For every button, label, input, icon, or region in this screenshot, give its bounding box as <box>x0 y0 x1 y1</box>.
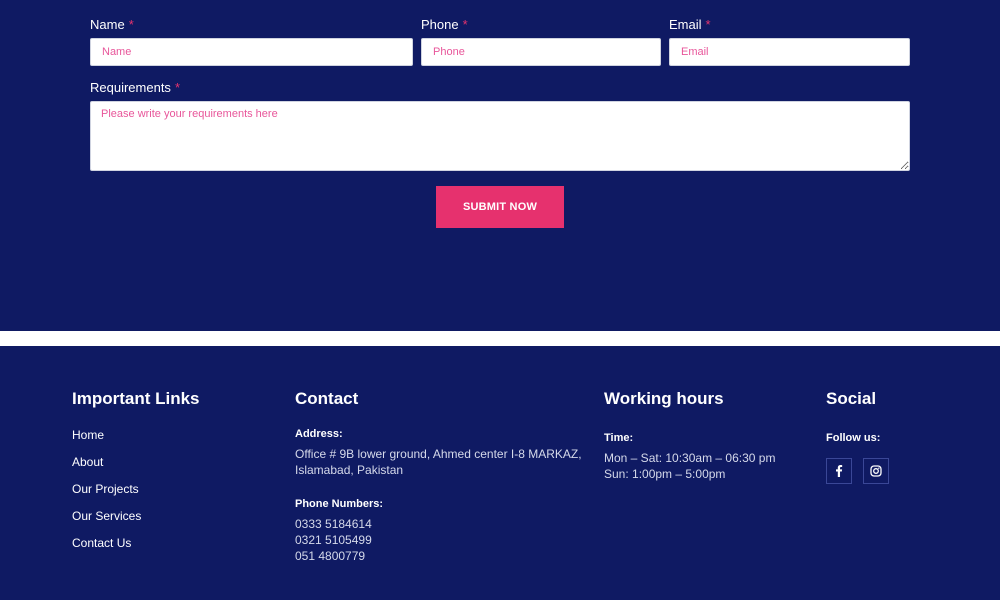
address-label: Address: <box>295 428 343 440</box>
phone-number-3: 051 4800779 <box>295 549 366 563</box>
address-line-1: Office # 9B lower ground, Ahmed center I… <box>295 447 582 461</box>
email-label: Email * <box>669 17 711 32</box>
section-divider <box>0 331 1000 346</box>
hours-sunday: Sun: 1:00pm – 5:00pm <box>604 467 726 481</box>
working-hours-title: Working hours <box>604 389 724 408</box>
email-input[interactable] <box>669 38 910 66</box>
important-links-title: Important Links <box>72 389 200 408</box>
address-line-2: Islamabad, Pakistan <box>295 463 404 477</box>
time-label: Time: <box>604 432 634 444</box>
footer-link-projects[interactable]: Our Projects <box>72 482 139 496</box>
name-label: Name * <box>90 17 134 32</box>
required-mark: * <box>705 17 711 32</box>
hours-weekdays: Mon – Sat: 10:30am – 06:30 pm <box>604 451 776 465</box>
footer-link-services[interactable]: Our Services <box>72 509 141 523</box>
phone-input[interactable] <box>421 38 661 66</box>
follow-us-label: Follow us: <box>826 432 881 444</box>
required-mark: * <box>174 80 180 95</box>
contact-title: Contact <box>295 389 359 408</box>
phone-number-1: 0333 5184614 <box>295 517 372 531</box>
footer-link-contact[interactable]: Contact Us <box>72 536 131 550</box>
phone-numbers-label: Phone Numbers: <box>295 498 384 510</box>
footer-link-about[interactable]: About <box>72 455 103 469</box>
phone-label: Phone * <box>421 17 468 32</box>
instagram-icon <box>870 465 882 477</box>
facebook-button[interactable] <box>826 458 852 484</box>
requirements-textarea[interactable] <box>90 101 910 171</box>
phone-number-2: 0321 5105499 <box>295 533 372 547</box>
instagram-button[interactable] <box>863 458 889 484</box>
footer-link-home[interactable]: Home <box>72 428 104 442</box>
required-mark: * <box>128 17 134 32</box>
facebook-icon <box>836 465 843 477</box>
social-title: Social <box>826 389 877 408</box>
submit-button[interactable]: SUBMIT NOW <box>436 186 564 228</box>
requirements-label: Requirements * <box>90 80 180 95</box>
required-mark: * <box>462 17 468 32</box>
name-input[interactable] <box>90 38 413 66</box>
